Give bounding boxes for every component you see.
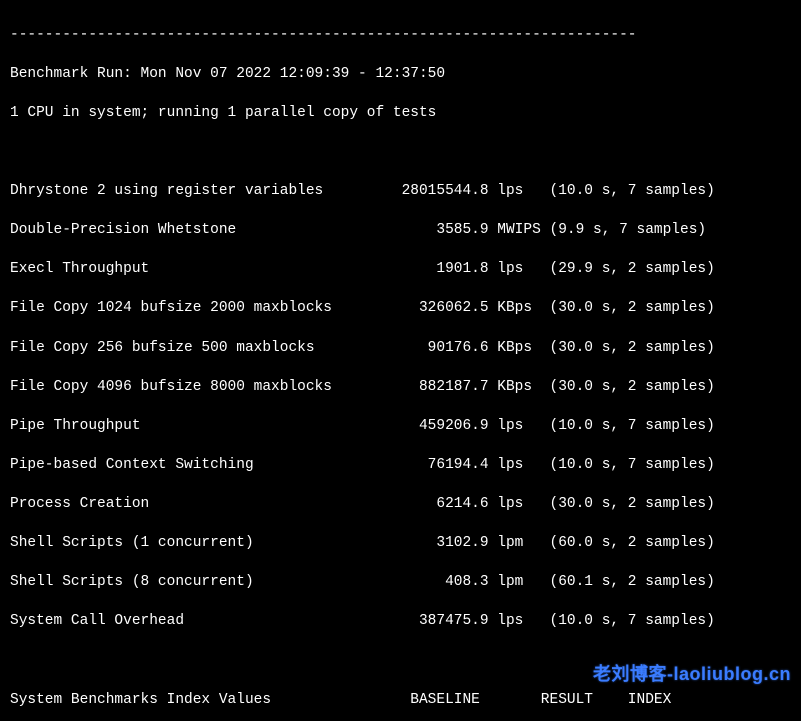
row-run-6: Pipe Throughput 459206.9 lps (10.0 s, 7 …	[10, 417, 791, 437]
row-run-7: Pipe-based Context Switching 76194.4 lps…	[10, 456, 791, 476]
row-run-2: Execl Throughput 1901.8 lps (29.9 s, 2 s…	[10, 260, 791, 280]
blank	[10, 143, 791, 163]
row-idx-header: System Benchmarks Index Values BASELINE …	[10, 691, 791, 711]
row-run-1: Double-Precision Whetstone 3585.9 MWIPS …	[10, 221, 791, 241]
dashline: ----------------------------------------…	[10, 26, 791, 46]
terminal-output: ----------------------------------------…	[0, 0, 801, 721]
row-run-5: File Copy 4096 bufsize 8000 maxblocks 88…	[10, 378, 791, 398]
watermark: 老刘博客-laoliublog.cn	[593, 662, 791, 686]
header-cpu: 1 CPU in system; running 1 parallel copy…	[10, 104, 791, 124]
row-run-3: File Copy 1024 bufsize 2000 maxblocks 32…	[10, 299, 791, 319]
row-run-0: Dhrystone 2 using register variables 280…	[10, 182, 791, 202]
row-run-4: File Copy 256 bufsize 500 maxblocks 9017…	[10, 339, 791, 359]
row-run-9: Shell Scripts (1 concurrent) 3102.9 lpm …	[10, 534, 791, 554]
row-run-10: Shell Scripts (8 concurrent) 408.3 lpm (…	[10, 573, 791, 593]
row-run-8: Process Creation 6214.6 lps (30.0 s, 2 s…	[10, 495, 791, 515]
row-run-11: System Call Overhead 387475.9 lps (10.0 …	[10, 612, 791, 632]
header-run: Benchmark Run: Mon Nov 07 2022 12:09:39 …	[10, 65, 791, 85]
